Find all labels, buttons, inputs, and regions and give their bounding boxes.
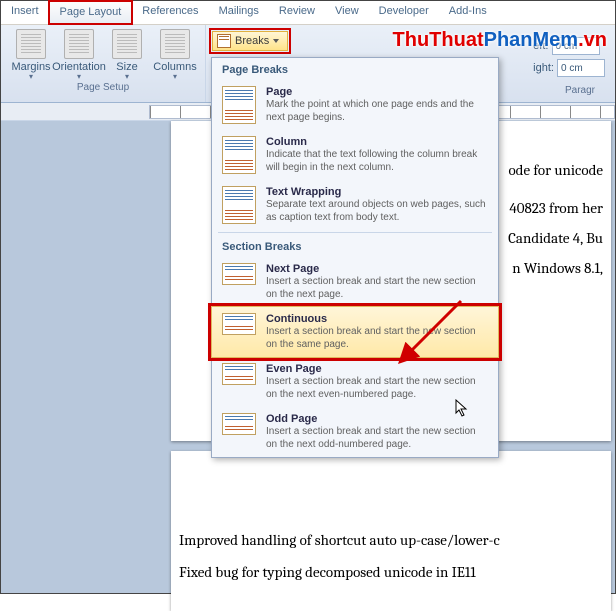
next-page-icon: [222, 263, 256, 285]
columns-button[interactable]: Columns▾: [151, 27, 199, 81]
watermark: ThuThuatPhanMem.vn: [393, 29, 607, 52]
orientation-button[interactable]: Orientation▾: [55, 27, 103, 81]
chevron-down-icon: [273, 39, 279, 43]
tab-addins[interactable]: Add-Ins: [439, 1, 497, 24]
text-wrapping-icon: [222, 186, 256, 224]
annotation-arrow: [391, 301, 471, 386]
size-icon: [112, 29, 142, 59]
document-page[interactable]: Improved handling of shortcut auto up-ca…: [171, 451, 611, 611]
tab-mailings[interactable]: Mailings: [209, 1, 269, 24]
columns-icon: [160, 29, 190, 59]
page-break-icon: [222, 86, 256, 124]
breaks-dropdown-menu: Page Breaks PageMark the point at which …: [211, 57, 499, 458]
column-break-icon: [222, 136, 256, 174]
tab-insert[interactable]: Insert: [1, 1, 49, 24]
size-button[interactable]: Size▾: [103, 27, 151, 81]
tab-references[interactable]: References: [132, 1, 208, 24]
odd-page-icon: [222, 413, 256, 435]
menu-item-page[interactable]: PageMark the point at which one page end…: [212, 80, 498, 130]
menu-section-page-breaks: Page Breaks: [212, 58, 498, 80]
ribbon-tabs: Insert Page Layout References Mailings R…: [1, 1, 615, 25]
margins-button[interactable]: Margins▾: [7, 27, 55, 81]
tab-developer[interactable]: Developer: [369, 1, 439, 24]
breaks-icon: [217, 34, 231, 48]
indent-right-input[interactable]: 0 cm: [557, 59, 605, 77]
tab-page-layout[interactable]: Page Layout: [49, 1, 133, 24]
menu-item-column[interactable]: ColumnIndicate that the text following t…: [212, 130, 498, 180]
group-page-setup-label: Page Setup: [7, 81, 199, 94]
margins-icon: [16, 29, 46, 59]
menu-item-next-page[interactable]: Next PageInsert a section break and star…: [212, 257, 498, 307]
even-page-icon: [222, 363, 256, 385]
continuous-icon: [222, 313, 256, 335]
group-paragraph-label: Paragr: [565, 85, 595, 96]
tab-view[interactable]: View: [325, 1, 369, 24]
menu-item-text-wrapping[interactable]: Text WrappingSeparate text around object…: [212, 180, 498, 230]
tab-review[interactable]: Review: [269, 1, 325, 24]
menu-section-section-breaks: Section Breaks: [212, 235, 498, 257]
orientation-icon: [64, 29, 94, 59]
mouse-cursor-icon: [455, 399, 471, 424]
breaks-button[interactable]: Breaks: [212, 31, 288, 51]
